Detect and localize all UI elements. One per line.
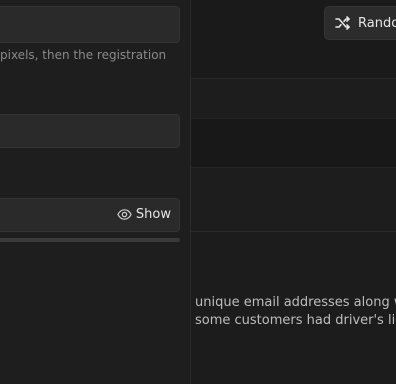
description-line-1: unique email addresses along w	[195, 295, 396, 310]
background-content: Rando unique email addresses along w som…	[191, 0, 396, 384]
shuffle-icon	[335, 16, 350, 30]
description-line-2: some customers had driver's lice	[195, 313, 396, 328]
table-row	[191, 168, 396, 232]
field-hint: pixels, then the registration	[0, 48, 167, 62]
app-window: Rando unique email addresses along w som…	[0, 0, 396, 384]
text-input-field[interactable]	[0, 114, 180, 148]
password-field[interactable]: Show	[0, 198, 180, 232]
header-bar: Rando	[191, 0, 396, 79]
table-row	[191, 79, 396, 119]
eye-icon	[117, 209, 132, 220]
text-input-field[interactable]	[0, 6, 180, 43]
password-strength-bar	[0, 238, 180, 242]
random-button-label: Rando	[358, 15, 396, 31]
description-text: unique email addresses along w some cust…	[195, 294, 396, 330]
random-button[interactable]: Rando	[324, 6, 396, 40]
show-toggle-label: Show	[135, 207, 171, 222]
show-password-toggle[interactable]: Show	[117, 207, 171, 222]
table-row	[191, 119, 396, 168]
registration-form-panel: pixels, then the registration Show	[0, 0, 191, 384]
